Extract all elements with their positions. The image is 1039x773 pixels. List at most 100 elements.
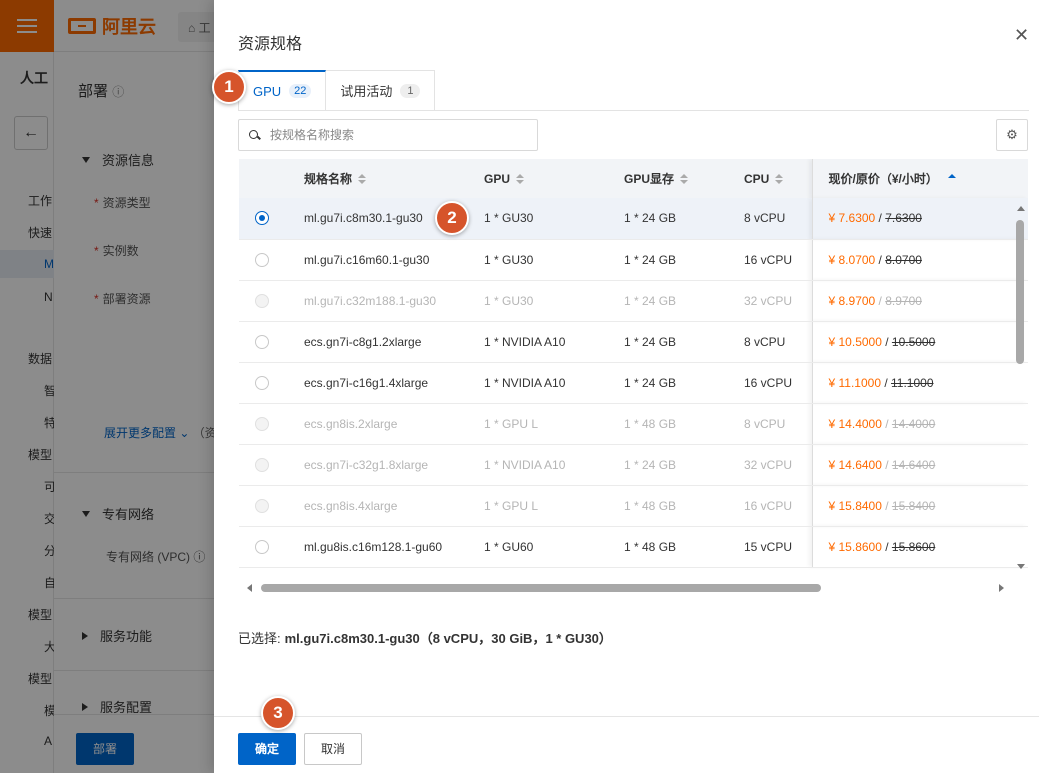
cell-gpu-memory: 1 * 48 GB	[624, 403, 744, 445]
tab-label: 试用活动	[340, 84, 393, 99]
sort-ascending-icon[interactable]	[947, 174, 956, 185]
sort-icon[interactable]	[680, 174, 689, 185]
confirm-button[interactable]: 确定	[238, 733, 296, 765]
tab-bar: GPU 22 试用活动 1	[238, 70, 436, 110]
cell-cpu: 8 vCPU	[744, 321, 812, 363]
cell-gpu: 1 * GU60	[484, 526, 624, 568]
cell-gpu-memory: 1 * 24 GB	[624, 239, 744, 281]
header-cpu[interactable]: CPU	[744, 159, 812, 198]
sort-icon[interactable]	[775, 173, 784, 185]
tab-gpu[interactable]: GPU 22	[238, 70, 327, 110]
row-radio	[255, 293, 269, 308]
header-spec-name[interactable]: 规格名称	[284, 159, 484, 198]
row-radio[interactable]	[255, 211, 269, 226]
cell-gpu-memory: 1 * 24 GB	[624, 362, 744, 404]
table-row[interactable]: ml.gu7i.c8m30.1-gu30 1 * GU30 1 * 24 GB 8 v…	[239, 198, 1028, 240]
current-price: ¥ 11.1000	[828, 375, 882, 390]
cell-gpu-memory: 1 * 48 GB	[624, 485, 744, 527]
cell-gpu-memory: 1 * 24 GB	[624, 280, 744, 322]
vertical-scroll-thumb[interactable]	[1016, 220, 1024, 364]
row-radio[interactable]	[255, 539, 269, 554]
cell-cpu: 8 vCPU	[744, 198, 812, 240]
table-horizontal-scrollbar[interactable]	[239, 580, 1028, 596]
step-marker-1: 1	[212, 70, 246, 104]
row-radio	[255, 498, 269, 513]
current-price: ¥ 7.6300	[828, 211, 876, 226]
row-radio	[255, 457, 269, 472]
cell-gpu: 1 * NVIDIA A10	[484, 321, 624, 363]
cell-price: ¥ 10.5000 / 10.5000	[811, 321, 1028, 363]
scroll-left-arrow-icon[interactable]	[247, 584, 252, 592]
tab-trial-activity[interactable]: 试用活动 1	[326, 70, 436, 110]
cell-cpu: 16 vCPU	[744, 362, 812, 404]
tabs-divider	[238, 110, 1029, 111]
tab-count-badge: 1	[400, 83, 421, 98]
cell-spec-name: ml.gu8is.c16m128.1-gu60	[284, 526, 484, 568]
header-select	[239, 159, 284, 198]
original-price: 15.8400	[891, 498, 936, 513]
current-price: ¥ 14.6400	[828, 457, 882, 472]
selected-value: ml.gu7i.c8m30.1-gu30（8 vCPU，30 GiB，1 * G…	[284, 631, 612, 646]
scroll-right-arrow-icon[interactable]	[999, 584, 1004, 592]
header-gpu[interactable]: GPU	[484, 159, 624, 198]
cell-spec-name: ecs.gn7i-c16g1.4xlarge	[284, 362, 484, 404]
header-price[interactable]: 现价/原价（¥/小时）	[811, 159, 1028, 198]
cell-price: ¥ 11.1000 / 11.1000	[811, 362, 1028, 404]
sort-icon[interactable]	[358, 174, 367, 185]
cell-spec-name: ecs.gn8is.4xlarge	[284, 485, 484, 527]
current-price: ¥ 8.9700	[828, 293, 876, 308]
cell-gpu: 1 * GU30	[484, 239, 624, 281]
price-separator: /	[875, 293, 886, 308]
spec-search-box[interactable]	[238, 119, 538, 151]
search-icon	[249, 129, 260, 141]
cell-gpu-memory: 1 * 48 GB	[624, 526, 744, 568]
spec-table: 规格名称 GPU GPU显存 CPU 现价/原价（¥/小时） ml.gu7i.c…	[239, 159, 1028, 596]
current-price: ¥ 8.0700	[828, 252, 876, 267]
price-separator: /	[875, 252, 886, 267]
cell-gpu: 1 * GU30	[484, 198, 624, 240]
cell-price: ¥ 15.8400 / 15.8400	[811, 485, 1028, 527]
current-price: ¥ 15.8400	[828, 498, 882, 513]
header-gpu-memory[interactable]: GPU显存	[624, 159, 744, 198]
table-row[interactable]: ecs.gn7i-c8g1.2xlarge 1 * NVIDIA A10 1 * 2…	[239, 321, 1028, 363]
cell-cpu: 16 vCPU	[744, 485, 812, 527]
table-header-row: 规格名称 GPU GPU显存 CPU 现价/原价（¥/小时）	[239, 159, 1028, 198]
close-icon[interactable]: ✕	[1014, 26, 1029, 44]
cell-gpu: 1 * GPU L	[484, 485, 624, 527]
scroll-up-arrow-icon[interactable]	[1017, 206, 1025, 211]
cell-price: ¥ 14.4000 / 14.4000	[811, 403, 1028, 445]
price-separator: /	[881, 498, 892, 513]
original-price: 11.1000	[891, 375, 934, 390]
cell-price: ¥ 7.6300 / 7.6300	[811, 198, 1028, 240]
row-select-cell	[239, 403, 284, 445]
scroll-down-arrow-icon[interactable]	[1017, 564, 1025, 569]
current-price: ¥ 10.5000	[828, 334, 882, 349]
step-marker-2: 2	[435, 201, 469, 235]
cell-cpu: 8 vCPU	[744, 403, 812, 445]
table-row[interactable]: ecs.gn7i-c16g1.4xlarge 1 * NVIDIA A10 1 * …	[239, 362, 1028, 404]
row-radio[interactable]	[255, 375, 269, 390]
column-settings-gear-icon[interactable]: ⚙	[996, 119, 1028, 151]
price-separator: /	[881, 457, 892, 472]
spec-search-input[interactable]	[270, 128, 510, 142]
row-radio[interactable]	[255, 334, 269, 349]
row-select-cell	[239, 198, 284, 240]
cell-price: ¥ 15.8600 / 15.8600	[811, 526, 1028, 568]
original-price: 10.5000	[891, 334, 936, 349]
original-price: 15.8600	[891, 539, 936, 554]
original-price: 8.0700	[885, 252, 922, 267]
cell-spec-name: ecs.gn8is.2xlarge	[284, 403, 484, 445]
cancel-button[interactable]: 取消	[304, 733, 362, 765]
table-vertical-scrollbar[interactable]	[1014, 200, 1028, 575]
cell-cpu: 32 vCPU	[744, 280, 812, 322]
original-price: 14.6400	[891, 457, 936, 472]
table-row: ecs.gn8is.2xlarge 1 * GPU L1 * 48 GB 8 vCP…	[239, 403, 1028, 445]
horizontal-scroll-thumb[interactable]	[261, 584, 821, 592]
row-radio[interactable]	[255, 252, 269, 267]
sort-icon[interactable]	[516, 173, 525, 185]
selected-label: 已选择:	[238, 631, 281, 646]
table-row[interactable]: ml.gu7i.c16m60.1-gu30 1 * GU30 1 * 24 GB 16…	[239, 239, 1028, 281]
cell-price: ¥ 14.6400 / 14.6400	[811, 444, 1028, 486]
table-row[interactable]: ml.gu8is.c16m128.1-gu60 1 * GU60 1 * 48 GB…	[239, 526, 1028, 568]
row-select-cell	[239, 280, 284, 322]
